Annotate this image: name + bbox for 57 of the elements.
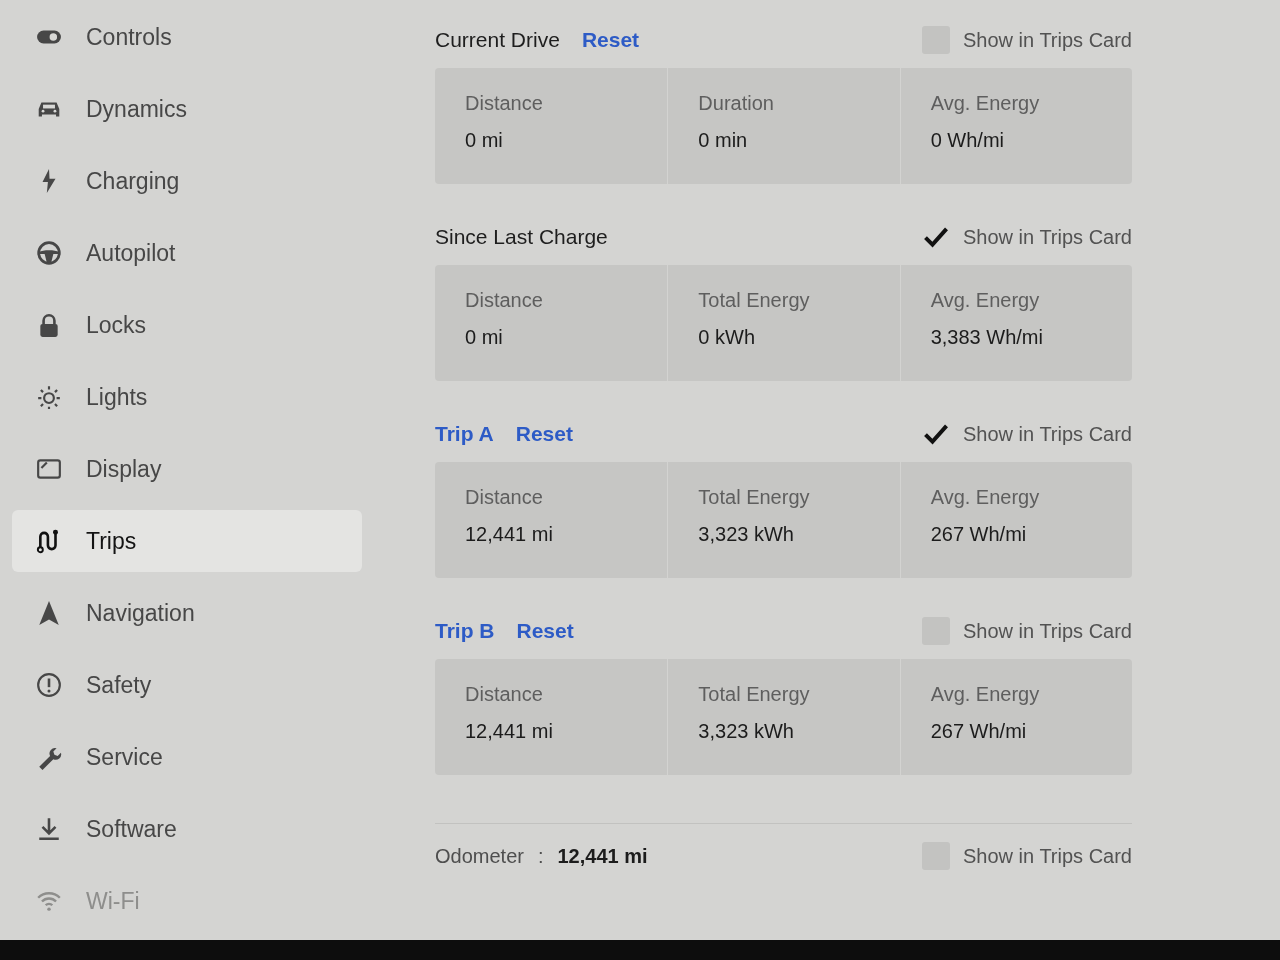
- label-separator: :: [537, 844, 544, 868]
- stat-value: 12,441 mi: [465, 523, 553, 546]
- stat-label: Avg. Energy: [930, 92, 1040, 115]
- sidebar-item[interactable]: Dynamics: [12, 78, 362, 140]
- stat-value: 12,441 mi: [465, 720, 553, 743]
- stat-label: Duration: [698, 92, 774, 115]
- sidebar-item[interactable]: Controls: [12, 6, 362, 68]
- stat-label: Avg. Energy: [930, 289, 1040, 312]
- screen-icon: [36, 456, 62, 482]
- reset-link[interactable]: Reset: [515, 422, 573, 446]
- section-title: Current Drive: [435, 28, 560, 52]
- odometer-label: Odometer: [435, 844, 524, 868]
- trip-link[interactable]: Trip A: [435, 422, 494, 446]
- sidebar-item[interactable]: Lights: [12, 366, 362, 428]
- stat-label: Avg. Energy: [930, 683, 1040, 706]
- stat-label: Avg. Energy: [930, 486, 1040, 509]
- section-title: Since Last Charge: [435, 225, 608, 249]
- sidebar-item[interactable]: Navigation: [12, 582, 362, 644]
- stat-label: Total Energy: [698, 486, 810, 509]
- sidebar-item[interactable]: Safety: [12, 654, 362, 716]
- checkbox-label: Show in Trips Card: [963, 225, 1132, 249]
- stat-label: Total Energy: [698, 289, 810, 312]
- checkbox-label: Show in Trips Card: [963, 422, 1132, 446]
- stat-label: Distance: [465, 289, 543, 312]
- reset-link[interactable]: Reset: [581, 28, 640, 52]
- sidebar-item[interactable]: Locks: [12, 294, 362, 356]
- sidebar-item[interactable]: Display: [12, 438, 362, 500]
- stat-label: Distance: [465, 486, 543, 509]
- steering-wheel-icon: [36, 240, 62, 266]
- stat-value: 3,383 Wh/mi: [930, 326, 1043, 349]
- sidebar-item[interactable]: Software: [12, 798, 362, 860]
- stat-value: 267 Wh/mi: [930, 720, 1027, 743]
- odometer-value: 12,441 mi: [557, 844, 648, 868]
- stat-value: 0 mi: [465, 326, 503, 349]
- download-icon: [36, 816, 62, 842]
- checkbox-label: Show in Trips Card: [963, 619, 1132, 643]
- stat-value: 0 Wh/mi: [930, 129, 1004, 152]
- sun-icon: [36, 384, 62, 410]
- sidebar-item[interactable]: Service: [12, 726, 362, 788]
- stat-value: 0 min: [698, 129, 748, 152]
- stat-value: 3,323 kWh: [698, 720, 794, 743]
- stat-label: Distance: [465, 683, 543, 706]
- trip-link[interactable]: Trip B: [435, 619, 495, 643]
- stat-value: 0 mi: [465, 129, 503, 152]
- sidebar-item[interactable]: Autopilot: [12, 222, 362, 284]
- stat-label: Total Energy: [698, 683, 810, 706]
- sidebar-item[interactable]: Charging: [12, 150, 362, 212]
- exclamation-circle-icon: [36, 672, 62, 698]
- checkbox-label: Show in Trips Card: [963, 28, 1132, 52]
- stat-value: 0 kWh: [698, 326, 755, 349]
- sidebar-item[interactable]: Trips: [12, 510, 362, 572]
- stat-value: 267 Wh/mi: [930, 523, 1027, 546]
- reset-link[interactable]: Reset: [516, 619, 574, 643]
- stat-label: Distance: [465, 92, 543, 115]
- stat-value: 3,323 kWh: [698, 523, 794, 546]
- checkbox-label: Show in Trips Card: [963, 844, 1132, 868]
- navigation-arrow-icon: [36, 600, 62, 626]
